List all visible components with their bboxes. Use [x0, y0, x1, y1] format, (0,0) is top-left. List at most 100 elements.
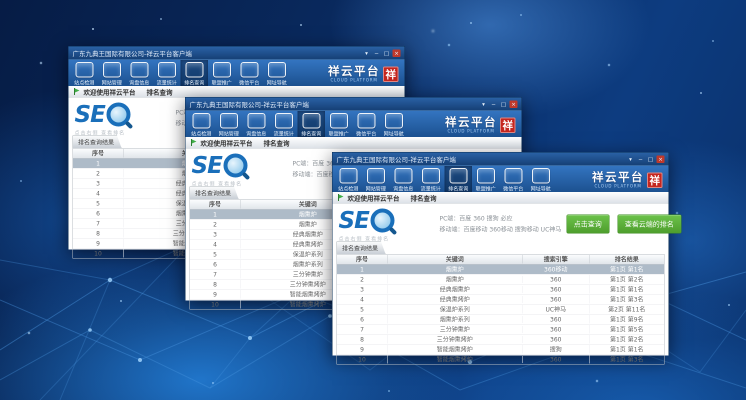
- toolbar-item-inquiry-info[interactable]: 询盘信息: [243, 111, 271, 137]
- section-title: 排名查询: [147, 87, 173, 97]
- cell-rank: 第1页 第5名: [589, 325, 664, 334]
- skin-button[interactable]: ▾: [480, 100, 488, 108]
- results-tab[interactable]: 排名查询结果: [73, 136, 122, 149]
- main-toolbar: 站点检测 网站管理: [186, 111, 522, 138]
- skin-button[interactable]: ▾: [627, 155, 635, 163]
- minimize-button[interactable]: ─: [373, 49, 381, 57]
- tools-icon: [103, 62, 121, 78]
- query-button[interactable]: 点击查询: [566, 215, 609, 234]
- toolbar-item-traffic-stats[interactable]: 流量统计: [270, 111, 298, 137]
- seo-tagline: 点击右侧 查看排名: [339, 235, 439, 243]
- table-row[interactable]: 2 烟熏炉 360 第1页 第2名: [337, 275, 664, 285]
- table-row[interactable]: 1 烟熏炉 360移动 第1页 第1名: [337, 265, 664, 275]
- results-tab[interactable]: 排名查询结果: [337, 242, 386, 255]
- welcome-text: 欢迎使用祥云平台: [84, 87, 136, 97]
- view-cloud-rank-button[interactable]: 查看云端的排名: [617, 215, 681, 234]
- toolbar-item-label: 联盟推广: [326, 130, 351, 137]
- window-titlebar[interactable]: 广东九典王国际有限公司-祥云平台客户端 ▾─□×: [69, 47, 405, 60]
- toolbar-item-inquiry-info[interactable]: 询盘信息: [390, 166, 418, 192]
- gear-icon: [240, 62, 258, 78]
- toolbar-item-site-manage[interactable]: 网站管理: [215, 111, 243, 137]
- toolbar-item-alliance-promo[interactable]: 联盟推广: [472, 166, 500, 192]
- toolbar-item-traffic-stats[interactable]: 流量统计: [153, 60, 181, 86]
- window-title: 广东九典王国际有限公司-祥云平台客户端: [337, 154, 456, 164]
- minimize-button[interactable]: ─: [637, 155, 645, 163]
- magnifier-icon: [223, 154, 247, 178]
- table-row[interactable]: 8 三分钟熏烤炉 360 第1页 第2名: [337, 335, 664, 345]
- toolbar-items: 站点检测 网站管理: [71, 60, 291, 86]
- cell-engine: 360: [522, 326, 589, 333]
- table-row[interactable]: 4 经典熏烤炉 360 第1页 第3名: [337, 295, 664, 305]
- cell-no: 8: [337, 336, 387, 343]
- minimize-button[interactable]: ─: [490, 100, 498, 108]
- cell-keyword: 保温炉系列: [387, 305, 522, 314]
- toolbar-item-wechat-platform[interactable]: 微信平台: [236, 60, 264, 86]
- toolbar-item-site-check[interactable]: 站点检测: [188, 111, 216, 137]
- brand-subtitle: CLOUD PLATFORM: [445, 130, 497, 134]
- cell-no: 9: [337, 346, 387, 353]
- toolbar-item-label: 微信平台: [237, 79, 262, 86]
- table-row[interactable]: 5 保温炉系列 UC神马 第2页 第11名: [337, 305, 664, 315]
- cell-no: 7: [337, 326, 387, 333]
- skin-button[interactable]: ▾: [363, 49, 371, 57]
- cell-engine: 360: [522, 316, 589, 323]
- toolbar-item-alliance-promo[interactable]: 联盟推广: [208, 60, 236, 86]
- people-icon: [213, 62, 231, 78]
- action-buttons: 点击查询 查看云端的排名: [566, 215, 681, 240]
- maximize-button[interactable]: □: [383, 49, 391, 57]
- table-row[interactable]: 7 三分钟熏炉 360 第1页 第5名: [337, 325, 664, 335]
- header-no: 序号: [190, 200, 240, 209]
- toolbar-item-site-nav[interactable]: 网址导航: [380, 111, 408, 137]
- seo-tagline: 点击右侧 查看排名: [75, 129, 175, 137]
- toolbar-item-traffic-stats[interactable]: 流量统计: [417, 166, 445, 192]
- window-titlebar[interactable]: 广东九典王国际有限公司-祥云平台客户端 ▾─□×: [333, 153, 669, 166]
- cell-keyword: 智能烟熏烤炉: [387, 345, 522, 354]
- main-toolbar: 站点检测 网站管理: [69, 60, 405, 87]
- toolbar-item-site-manage[interactable]: 网站管理: [362, 166, 390, 192]
- cell-no: 6: [337, 316, 387, 323]
- toolbar-item-site-check[interactable]: 站点检测: [335, 166, 363, 192]
- toolbar-item-site-manage[interactable]: 网站管理: [98, 60, 126, 86]
- brand-subtitle: CLOUD PLATFORM: [328, 79, 380, 83]
- brand-name: 祥云平台: [328, 66, 380, 78]
- toolbar-item-site-nav[interactable]: 网址导航: [527, 166, 555, 192]
- cell-keyword: 烟熏炉系列: [387, 315, 522, 324]
- toolbar-item-wechat-platform[interactable]: 微信平台: [500, 166, 528, 192]
- brand-seal-icon: 祥: [647, 172, 663, 188]
- maximize-button[interactable]: □: [500, 100, 508, 108]
- toolbar-item-rank-query[interactable]: 排名查询: [298, 111, 326, 137]
- toolbar-item-site-nav[interactable]: 网址导航: [263, 60, 291, 86]
- toolbar-item-wechat-platform[interactable]: 微信平台: [353, 111, 381, 137]
- toolbar-item-inquiry-info[interactable]: 询盘信息: [126, 60, 154, 86]
- speech-bubble-icon: [394, 168, 412, 184]
- table-row[interactable]: 9 智能烟熏烤炉 搜狗 第1页 第1名: [337, 345, 664, 355]
- results-tab[interactable]: 排名查询结果: [190, 187, 239, 200]
- toolbar-item-label: 网址导航: [381, 130, 406, 137]
- cell-engine: 360移动: [522, 265, 589, 274]
- seo-logo-text: SE: [339, 210, 369, 231]
- maximize-button[interactable]: □: [647, 155, 655, 163]
- table-row[interactable]: 6 烟熏炉系列 360 第1页 第9名: [337, 315, 664, 325]
- seo-tagline: 点击右侧 查看排名: [192, 180, 292, 188]
- table-row[interactable]: 3 经典烟熏炉 360 第1页 第1名: [337, 285, 664, 295]
- section-banner: 欢迎使用祥云平台 排名查询: [186, 137, 522, 149]
- bar-chart-icon: [302, 113, 320, 129]
- toolbar-item-site-check[interactable]: 站点检测: [71, 60, 99, 86]
- cell-no: 3: [73, 180, 123, 187]
- cell-engine: 搜狗: [522, 345, 589, 354]
- close-button[interactable]: ×: [510, 100, 518, 108]
- toolbar-item-alliance-promo[interactable]: 联盟推广: [325, 111, 353, 137]
- close-button[interactable]: ×: [657, 155, 665, 163]
- toolbar-item-label: 站点检测: [189, 130, 214, 137]
- toolbar-item-rank-query[interactable]: 排名查询: [181, 60, 209, 86]
- table-row[interactable]: 10 智能烟熏烤炉 360 第1页 第3名: [337, 355, 664, 365]
- toolbar-item-label: 流量统计: [271, 130, 296, 137]
- green-flag-icon: [338, 194, 344, 201]
- gear-icon: [504, 168, 522, 184]
- cell-no: 8: [190, 281, 240, 288]
- toolbar-item-label: 微信平台: [501, 185, 526, 192]
- window-titlebar[interactable]: 广东九典王国际有限公司-祥云平台客户端 ▾─□×: [186, 98, 522, 111]
- close-button[interactable]: ×: [393, 49, 401, 57]
- toolbar-item-rank-query[interactable]: 排名查询: [445, 166, 473, 192]
- magnifier-icon: [370, 209, 394, 233]
